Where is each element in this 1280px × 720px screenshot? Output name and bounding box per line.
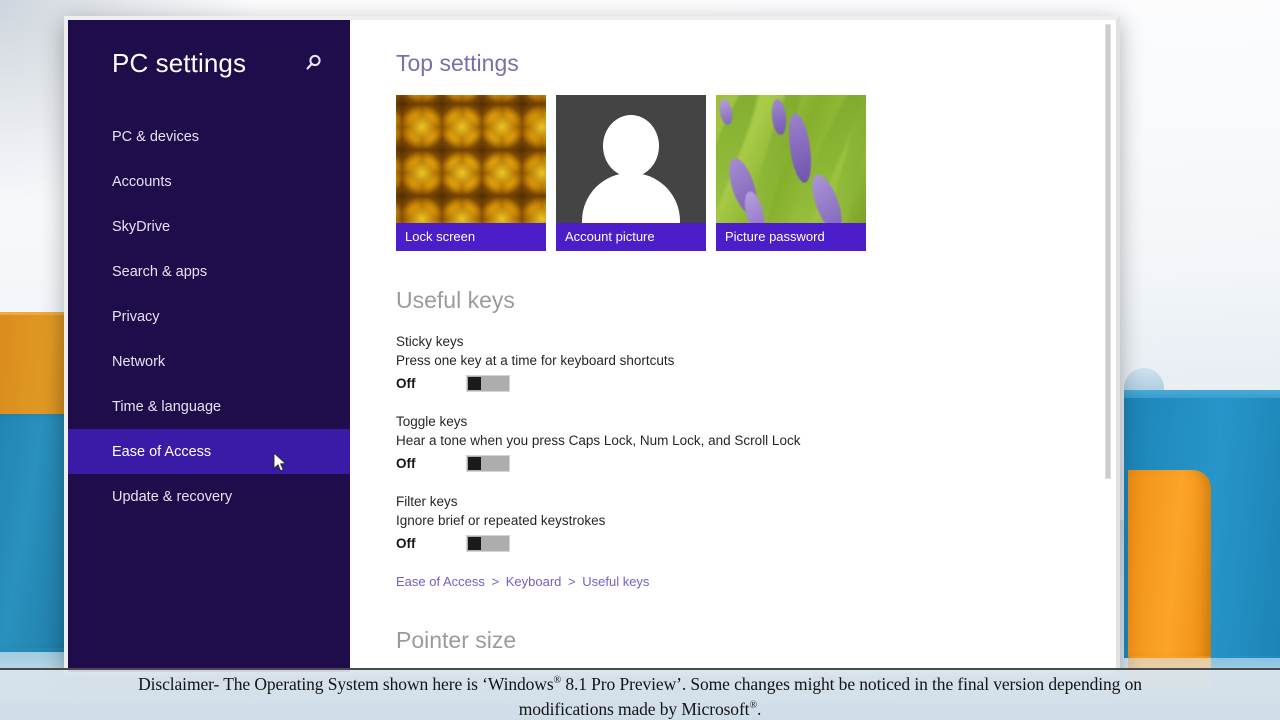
setting-name: Filter keys	[396, 494, 458, 509]
tile-picture-password[interactable]: Picture password	[716, 95, 866, 251]
toggle-state-label: Off	[396, 376, 416, 391]
sidebar-item-network[interactable]: Network	[68, 339, 350, 384]
scrollbar-thumb[interactable]	[1105, 24, 1111, 479]
useful-keys-section: Useful keys Sticky keys Press one key at…	[396, 287, 1116, 589]
sidebar-item-label: PC & devices	[112, 128, 200, 145]
toggle-state-label: Off	[396, 536, 416, 551]
sidebar-item-pc-and-devices[interactable]: PC & devices	[68, 114, 350, 159]
sidebar-item-skydrive[interactable]: SkyDrive	[68, 204, 350, 249]
sidebar-item-label: Accounts	[112, 173, 172, 190]
tile-label: Lock screen	[396, 223, 546, 251]
sidebar-item-search-and-apps[interactable]: Search & apps	[68, 249, 350, 294]
sidebar-item-label: Ease of Access	[112, 443, 212, 460]
breadcrumb[interactable]: Ease of Access > Keyboard > Useful keys	[396, 574, 1116, 589]
toggle-state-label: Off	[396, 456, 416, 471]
toggle-keys-toggle[interactable]	[466, 455, 510, 472]
toggle-row: Off	[396, 375, 1116, 392]
honeycomb-image	[396, 95, 546, 223]
toggle-knob	[468, 457, 481, 470]
sidebar-item-label: Update & recovery	[112, 488, 233, 505]
sidebar-item-label: SkyDrive	[112, 218, 171, 235]
sidebar-nav: PC & devices Accounts SkyDrive Search & …	[68, 114, 350, 519]
sidebar-item-update-and-recovery[interactable]: Update & recovery	[68, 474, 350, 519]
sidebar-item-label: Network	[112, 353, 166, 370]
sidebar-item-label: Privacy	[112, 308, 160, 325]
sidebar-item-privacy[interactable]: Privacy	[68, 294, 350, 339]
top-settings-tiles: Lock screen Account picture Picture pass…	[396, 95, 1116, 251]
disclaimer-text: Disclaimer- The Operating System shown h…	[90, 670, 1190, 720]
sidebar-item-time-and-language[interactable]: Time & language	[68, 384, 350, 429]
sidebar-item-ease-of-access[interactable]: Ease of Access	[68, 429, 350, 474]
sticky-keys-toggle[interactable]	[466, 375, 510, 392]
setting-filter-keys: Filter keys Ignore brief or repeated key…	[396, 492, 1116, 552]
tile-label: Picture password	[716, 223, 866, 251]
sidebar-item-label: Time & language	[112, 398, 222, 415]
settings-content-pane: Top settings Lock screen Account picture	[350, 20, 1116, 672]
sidebar-header: PC settings	[68, 20, 350, 86]
pointer-size-section: Pointer size ✓	[396, 627, 1116, 672]
setting-toggle-keys: Toggle keys Hear a tone when you press C…	[396, 412, 1116, 472]
useful-keys-heading: Useful keys	[396, 287, 515, 313]
breadcrumb-separator: >	[568, 574, 576, 589]
content-scrollbar[interactable]	[1104, 24, 1112, 654]
pointer-size-heading: Pointer size	[396, 627, 517, 653]
toggle-row: Off	[396, 455, 1116, 472]
toggle-knob	[468, 377, 481, 390]
lavender-flowers-image	[716, 95, 866, 223]
breadcrumb-item-ease-of-access[interactable]: Ease of Access	[396, 574, 485, 589]
setting-description: Press one key at a time for keyboard sho…	[396, 353, 675, 368]
toggle-knob	[468, 537, 481, 550]
registered-trademark-symbol: ®	[553, 675, 562, 687]
settings-sidebar: PC settings PC & devices Accounts SkyDri…	[68, 20, 350, 672]
breadcrumb-separator: >	[491, 574, 500, 589]
registered-trademark-symbol: ®	[749, 700, 757, 711]
disclaimer-bar: Disclaimer- The Operating System shown h…	[0, 668, 1280, 720]
breadcrumb-item-keyboard[interactable]: Keyboard	[506, 574, 562, 589]
tile-account-picture[interactable]: Account picture	[556, 95, 706, 251]
decorative-orange-block-right	[1128, 470, 1211, 658]
search-icon[interactable]	[300, 50, 326, 76]
tile-label: Account picture	[556, 223, 706, 251]
toggle-row: Off	[396, 535, 1116, 552]
setting-description: Hear a tone when you press Caps Lock, Nu…	[396, 433, 801, 448]
setting-name: Toggle keys	[396, 414, 468, 429]
account-avatar-image	[556, 95, 706, 223]
pc-settings-window: PC settings PC & devices Accounts SkyDri…	[64, 16, 1120, 676]
disclaimer-line1-b: 8.1 Pro Preview’. Some changes might be	[561, 674, 855, 694]
setting-description: Ignore brief or repeated keystrokes	[396, 513, 606, 528]
disclaimer-line1-a: Disclaimer- The Operating System shown h…	[138, 674, 554, 694]
filter-keys-toggle[interactable]	[466, 535, 510, 552]
setting-sticky-keys: Sticky keys Press one key at a time for …	[396, 332, 1116, 392]
sidebar-item-accounts[interactable]: Accounts	[68, 159, 350, 204]
breadcrumb-item-useful-keys[interactable]: Useful keys	[582, 574, 649, 589]
page-title: PC settings	[112, 47, 247, 78]
top-settings-heading: Top settings	[396, 50, 519, 76]
sidebar-item-label: Search & apps	[112, 263, 208, 280]
tile-lock-screen[interactable]: Lock screen	[396, 95, 546, 251]
disclaimer-line2-b: .	[756, 698, 762, 719]
setting-name: Sticky keys	[396, 334, 464, 349]
